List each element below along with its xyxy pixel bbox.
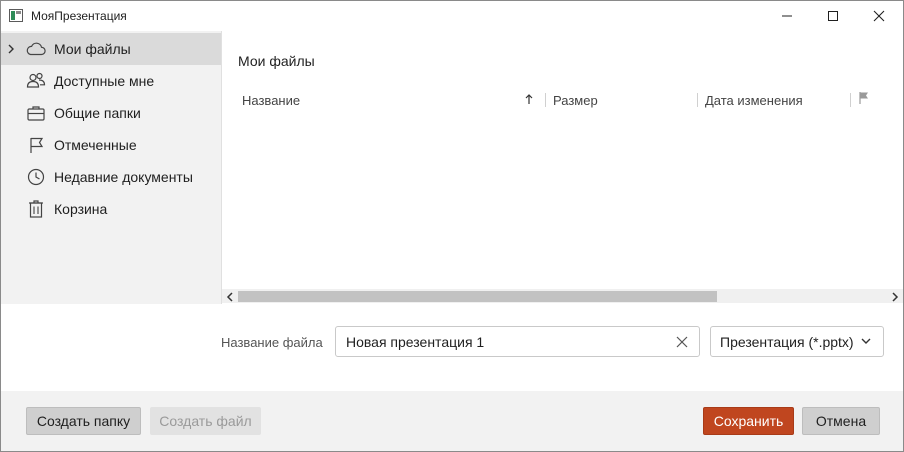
file-type-dropdown[interactable]: Презентация (*.pptx) [710,326,884,357]
chevron-right-icon [892,291,899,302]
sidebar: Мои файлы Доступные мне Общие папки Отме… [1,31,221,304]
sidebar-item-recent[interactable]: Недавние документы [1,161,221,193]
dialog-footer: Создать папку Создать файл Сохранить Отм… [1,391,903,451]
people-icon [26,72,46,88]
sidebar-item-my-files[interactable]: Мои файлы [1,33,221,65]
column-header-name[interactable]: Название [242,93,300,108]
sidebar-item-shared-folders[interactable]: Общие папки [1,97,221,129]
sidebar-item-label: Общие папки [54,105,141,121]
briefcase-icon [27,106,45,121]
sidebar-item-label: Недавние документы [54,169,193,185]
sidebar-item-shared-with-me[interactable]: Доступные мне [1,65,221,97]
save-dialog-window: МояПрезентация Мои файлы Доступные мне О… [0,0,904,452]
save-button[interactable]: Сохранить [703,407,794,435]
maximize-button[interactable] [810,1,856,31]
horizontal-scrollbar[interactable] [222,289,903,303]
sidebar-item-label: Корзина [54,201,108,217]
chevron-right-icon[interactable] [7,44,15,54]
clock-icon [27,168,45,186]
file-list-panel: Мои файлы Название Размер Дата изменения [222,31,903,304]
trash-icon [29,200,43,218]
file-type-value: Презентация (*.pptx) [720,334,854,350]
cloud-icon [26,42,46,56]
column-separator[interactable] [545,93,546,107]
window-title: МояПрезентация [31,9,127,23]
chevron-left-icon [226,291,233,302]
scroll-right-button[interactable] [889,291,901,302]
sort-ascending-icon [525,94,533,104]
column-header-size[interactable]: Размер [553,93,598,108]
clear-icon[interactable] [675,335,689,349]
flag-icon [30,137,44,153]
create-folder-button[interactable]: Создать папку [26,407,141,435]
column-separator[interactable] [850,93,851,107]
scroll-left-button[interactable] [224,291,236,302]
cancel-button[interactable]: Отмена [802,407,880,435]
minimize-button[interactable] [764,1,810,31]
minimize-icon [782,15,792,17]
flag-icon[interactable] [858,91,870,105]
sidebar-item-trash[interactable]: Корзина [1,193,221,225]
column-header-modified[interactable]: Дата изменения [705,93,803,108]
title-bar: МояПрезентация [1,1,903,31]
sidebar-item-label: Мои файлы [54,41,131,57]
sidebar-item-label: Отмеченные [54,137,137,153]
close-icon [873,10,885,22]
file-name-label: Название файла [221,335,323,350]
scrollbar-thumb[interactable] [238,291,717,302]
sidebar-item-flagged[interactable]: Отмеченные [1,129,221,161]
file-name-field[interactable] [335,326,700,357]
close-button[interactable] [856,1,902,31]
chevron-down-icon [861,338,871,344]
column-separator[interactable] [697,93,698,107]
window-app-icon [9,9,23,22]
create-file-button[interactable]: Создать файл [150,407,261,435]
sidebar-item-label: Доступные мне [54,73,155,89]
file-name-input[interactable] [346,333,666,351]
page-title: Мои файлы [238,53,315,69]
maximize-icon [828,11,838,21]
